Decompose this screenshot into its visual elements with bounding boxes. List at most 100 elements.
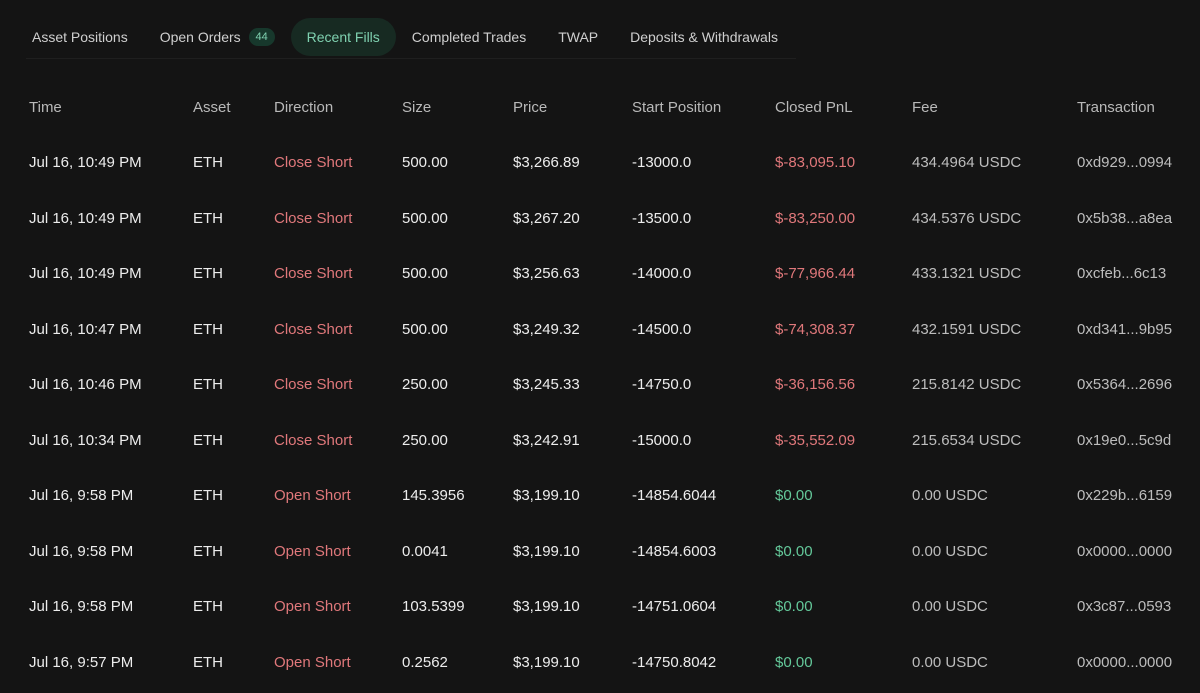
fill-time: Jul 16, 10:47 PM [29, 320, 142, 338]
fill-size: 250.00 [402, 376, 448, 394]
fill-direction: Open Short [274, 487, 351, 505]
fill-fee: 432.1591 USDC [912, 320, 1022, 338]
fill-price: $3,199.10 [513, 542, 580, 560]
table-row: Jul 16, 9:57 PM ETH Open Short 0.2562 $3,199… [0, 635, 1200, 691]
fill-fee: 434.4964 USDC [912, 154, 1022, 172]
fill-size: 500.00 [402, 320, 448, 338]
fill-size: 250.00 [402, 431, 448, 449]
tab-deposits-withdrawals[interactable]: Deposits & Withdrawals [614, 18, 794, 56]
fill-transaction-link[interactable]: 0xd341...9b95 [1077, 302, 1172, 358]
fill-asset: ETH [193, 431, 223, 449]
fill-time: Jul 16, 10:46 PM [29, 376, 142, 394]
fill-price: $3,242.91 [513, 431, 580, 449]
column-header-fee[interactable]: Fee [912, 80, 938, 135]
fill-asset: ETH [193, 542, 223, 560]
tab-label: Recent Fills [306, 29, 380, 45]
fill-transaction-link[interactable]: 0x5b38...a8ea [1077, 191, 1172, 247]
fill-price: $3,245.33 [513, 376, 580, 394]
fill-time: Jul 16, 9:57 PM [29, 653, 134, 671]
fill-size: 500.00 [402, 154, 448, 172]
fills-table: Time Asset Direction Size Price Start Po… [0, 80, 1200, 690]
tab-label: Deposits & Withdrawals [630, 29, 778, 45]
fill-start-position: -14750.0 [632, 376, 692, 394]
fill-fee: 0.00 USDC [912, 653, 988, 671]
fill-direction: Open Short [274, 598, 351, 616]
fill-closed-pnl: $-83,095.10 [775, 154, 856, 172]
fill-closed-pnl: $-83,250.00 [775, 209, 856, 227]
fill-start-position: -14854.6044 [632, 487, 717, 505]
fill-fee: 215.6534 USDC [912, 431, 1022, 449]
fill-closed-pnl: $-36,156.56 [775, 376, 856, 394]
fill-fee: 0.00 USDC [912, 487, 988, 505]
fill-transaction-link[interactable]: 0xd929...0994 [1077, 135, 1172, 191]
fill-size: 103.5399 [402, 598, 465, 616]
fill-transaction-link[interactable]: 0x229b...6159 [1077, 468, 1172, 524]
fill-transaction-link[interactable]: 0x3c87...0593 [1077, 579, 1171, 635]
tab-completed-trades[interactable]: Completed Trades [396, 18, 542, 56]
tab-label: Completed Trades [411, 29, 527, 45]
column-header-size[interactable]: Size [402, 80, 431, 135]
fill-start-position: -14751.0604 [632, 598, 717, 616]
fill-price: $3,266.89 [513, 154, 580, 172]
fill-start-position: -14854.6003 [632, 542, 717, 560]
column-header-price[interactable]: Price [513, 80, 547, 135]
fill-closed-pnl: $0.00 [775, 487, 813, 505]
fill-asset: ETH [193, 376, 223, 394]
fill-asset: ETH [193, 154, 223, 172]
fill-start-position: -15000.0 [632, 431, 692, 449]
fill-time: Jul 16, 10:34 PM [29, 431, 142, 449]
fill-size: 145.3956 [402, 487, 465, 505]
fill-closed-pnl: $-35,552.09 [775, 431, 856, 449]
fill-price: $3,199.10 [513, 487, 580, 505]
fill-fee: 434.5376 USDC [912, 209, 1022, 227]
table-row: Jul 16, 10:34 PM ETH Close Short 250.00 $3,2… [0, 413, 1200, 469]
fill-size: 0.0041 [402, 542, 448, 560]
table-row: Jul 16, 10:49 PM ETH Close Short 500.00 $3,2… [0, 191, 1200, 247]
table-row: Jul 16, 9:58 PM ETH Open Short 103.5399 $3,1… [0, 579, 1200, 635]
fill-closed-pnl: $-77,966.44 [775, 265, 856, 283]
fill-price: $3,256.63 [513, 265, 580, 283]
open-orders-count-badge: 44 [248, 28, 275, 46]
column-header-transaction[interactable]: Transaction [1077, 80, 1155, 135]
column-header-direction[interactable]: Direction [274, 80, 333, 135]
fill-time: Jul 16, 9:58 PM [29, 598, 134, 616]
fill-transaction-link[interactable]: 0x0000...0000 [1077, 524, 1172, 580]
fill-transaction-link[interactable]: 0x5364...2696 [1077, 357, 1172, 413]
fill-closed-pnl: $-74,308.37 [775, 320, 856, 338]
column-header-asset[interactable]: Asset [193, 80, 231, 135]
fill-size: 0.2562 [402, 653, 448, 671]
fill-direction: Close Short [274, 320, 353, 338]
fill-direction: Close Short [274, 154, 353, 172]
fill-size: 500.00 [402, 265, 448, 283]
fill-direction: Close Short [274, 209, 353, 227]
fill-fee: 215.8142 USDC [912, 376, 1022, 394]
fill-direction: Close Short [274, 265, 353, 283]
fill-time: Jul 16, 9:58 PM [29, 542, 134, 560]
tab-divider [26, 58, 796, 59]
fill-transaction-link[interactable]: 0x19e0...5c9d [1077, 413, 1171, 469]
tab-asset-positions[interactable]: Asset Positions [16, 18, 144, 56]
fill-direction: Close Short [274, 431, 353, 449]
fill-transaction-link[interactable]: 0xcfeb...6c13 [1077, 246, 1166, 302]
table-row: Jul 16, 10:46 PM ETH Close Short 250.00 $3,2… [0, 357, 1200, 413]
column-header-time[interactable]: Time [29, 80, 62, 135]
fill-fee: 0.00 USDC [912, 598, 988, 616]
tab-twap[interactable]: TWAP [542, 18, 614, 56]
fill-direction: Open Short [274, 542, 351, 560]
fill-start-position: -14750.8042 [632, 653, 717, 671]
tab-recent-fills[interactable]: Recent Fills [290, 18, 396, 56]
fill-time: Jul 16, 10:49 PM [29, 154, 142, 172]
table-row: Jul 16, 9:58 PM ETH Open Short 145.3956 $3,1… [0, 468, 1200, 524]
fill-transaction-link[interactable]: 0x0000...0000 [1077, 635, 1172, 691]
tab-open-orders[interactable]: Open Orders 44 [144, 18, 291, 56]
fill-start-position: -14000.0 [632, 265, 692, 283]
fill-price: $3,199.10 [513, 653, 580, 671]
column-header-start-position[interactable]: Start Position [632, 80, 721, 135]
fill-time: Jul 16, 10:49 PM [29, 209, 142, 227]
fill-asset: ETH [193, 320, 223, 338]
fill-price: $3,199.10 [513, 598, 580, 616]
column-header-closed-pnl[interactable]: Closed PnL [775, 80, 853, 135]
table-row: Jul 16, 10:49 PM ETH Close Short 500.00 $3,2… [0, 135, 1200, 191]
fill-price: $3,249.32 [513, 320, 580, 338]
fill-fee: 433.1321 USDC [912, 265, 1022, 283]
